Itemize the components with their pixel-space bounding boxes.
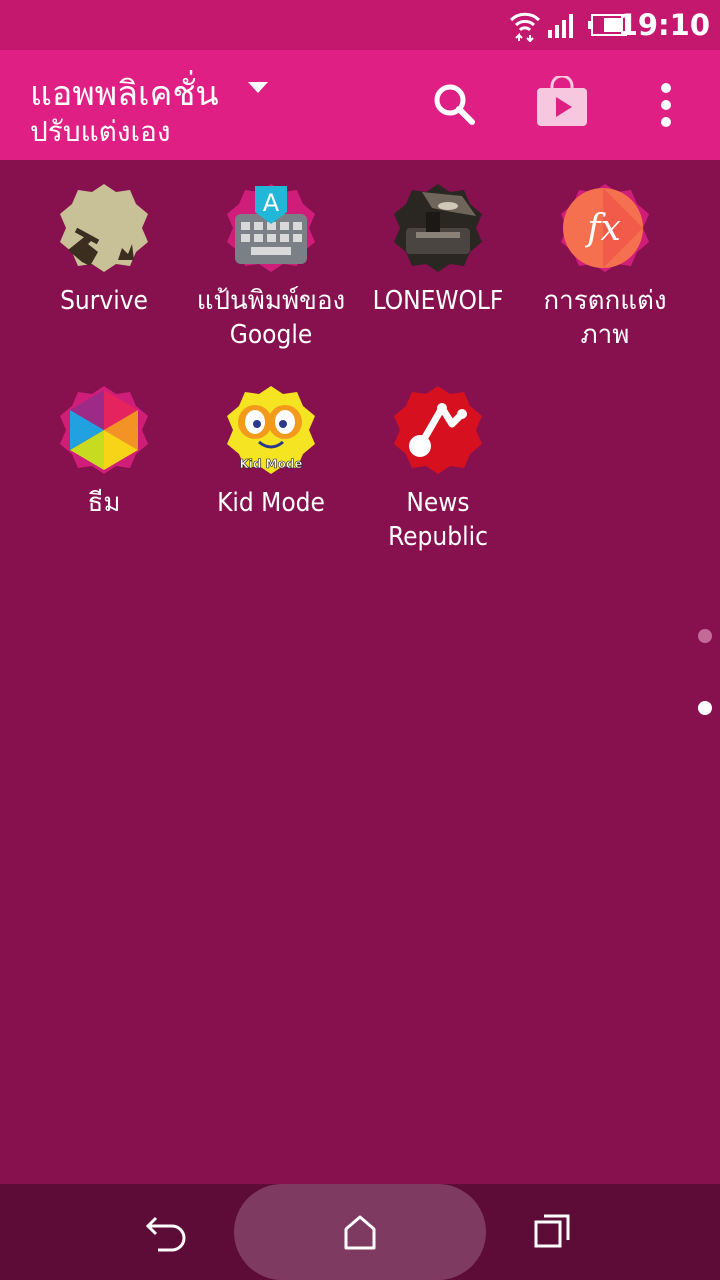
app-label: Survive — [60, 286, 148, 316]
wifi-icon — [509, 12, 541, 42]
app-label: ธีม — [87, 488, 121, 518]
lonewolf-icon — [392, 182, 484, 274]
overflow-menu-icon[interactable] — [656, 82, 676, 128]
app-kid-mode[interactable]: Kid Mode Kid Mode — [187, 362, 355, 520]
home-button[interactable] — [234, 1184, 486, 1280]
themes-icon — [58, 384, 150, 476]
svg-text:A: A — [263, 189, 280, 217]
app-label: แป้นพิมพ์ของ Google — [196, 286, 346, 350]
status-time: 19:10 — [617, 8, 710, 42]
signal-icon — [548, 14, 573, 38]
dropdown-caret-icon[interactable] — [248, 82, 268, 93]
app-label: Kid Mode — [217, 488, 325, 518]
app-google-keyboard[interactable]: A แป้นพิมพ์ของ Google — [187, 160, 355, 352]
search-icon[interactable] — [430, 80, 478, 128]
app-lonewolf[interactable]: LONEWOLF — [354, 160, 522, 318]
play-store-icon[interactable] — [536, 76, 588, 128]
photo-effects-icon: fx — [559, 182, 651, 274]
home-icon — [344, 1215, 376, 1250]
google-keyboard-icon: A — [225, 182, 317, 274]
recents-icon[interactable] — [534, 1212, 572, 1250]
back-icon[interactable] — [146, 1212, 188, 1252]
kid-mode-icon: Kid Mode — [225, 384, 317, 476]
app-label: News Republic — [388, 488, 488, 552]
app-label: การตกแต่งภาพ — [543, 286, 667, 350]
page-indicator-dot-2[interactable] — [698, 701, 712, 715]
app-survive[interactable]: Survive — [20, 160, 188, 318]
app-photo-effects[interactable]: fx การตกแต่งภาพ — [521, 160, 689, 352]
app-news-republic[interactable]: News Republic — [354, 362, 522, 554]
app-bar: แอพพลิเคชั่น ปรับแต่งเอง — [0, 50, 720, 160]
page-indicator-dot-1[interactable] — [698, 629, 712, 643]
survive-icon — [58, 182, 150, 274]
app-label: LONEWOLF — [372, 286, 504, 316]
navigation-bar — [0, 1184, 720, 1280]
svg-text:Kid Mode: Kid Mode — [239, 457, 302, 471]
app-drawer-subtitle: ปรับแต่งเอง — [30, 115, 171, 148]
svg-text:fx: fx — [584, 208, 621, 249]
app-themes[interactable]: ธีม — [20, 362, 188, 520]
status-bar: 19:10 — [0, 0, 720, 50]
news-republic-icon — [392, 384, 484, 476]
